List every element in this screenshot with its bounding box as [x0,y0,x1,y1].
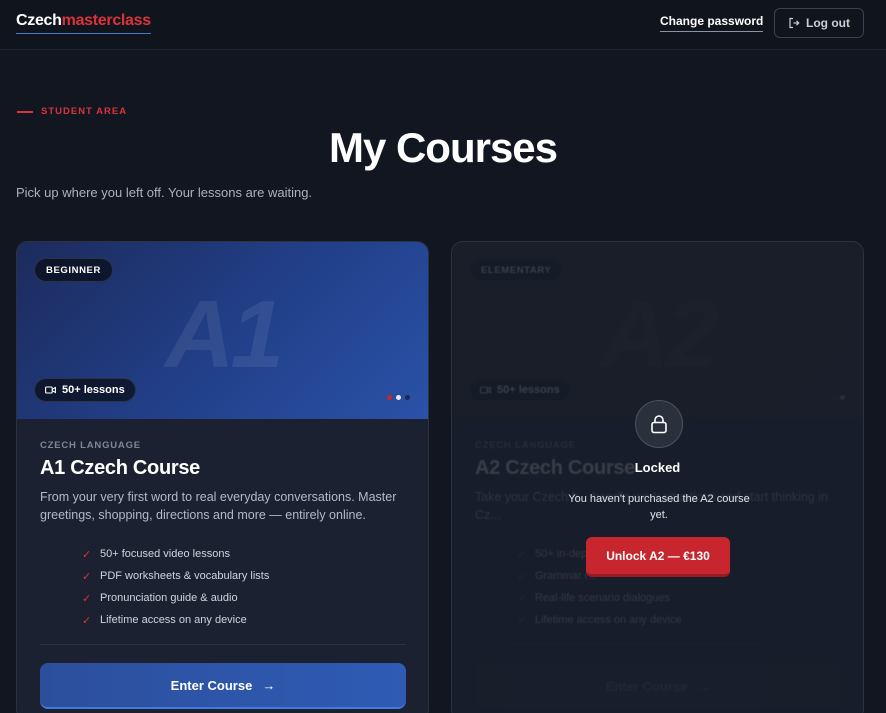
check-icon: ✓ [82,614,92,627]
logout-icon [789,17,800,29]
page-subtitle: Pick up where you left off. Your lessons… [16,185,313,200]
unlock-button[interactable]: Unlock A2 — €130 [586,537,730,577]
course-banner: A1 BEGINNER 50+ lessons [17,242,428,419]
feature-label: Pronunciation guide & audio [100,592,238,604]
lock-badge [635,400,683,448]
section-eyebrow: STUDENT AREA [17,106,127,117]
divider [40,644,406,645]
eyebrow-label: STUDENT AREA [41,106,128,117]
course-body: CZECH LANGUAGE A1 Czech Course From your… [40,440,410,631]
enter-course-label: Enter Course [170,677,253,693]
course-card-a2: A2 ELEMENTARY 50+ lessons CZECH LANGUAGE… [451,241,864,713]
eyebrow-line [17,110,33,113]
list-item: ✓ 50+ focused video lessons [82,543,410,565]
logo-part-1: Czech [16,12,62,29]
list-item: ✓ Pronunciation guide & audio [82,587,410,609]
video-icon [45,386,56,394]
level-badge: BEGINNER [34,258,113,282]
feature-list: ✓ 50+ focused video lessons ✓ PDF workshee… [82,543,410,631]
course-card-a1: A1 BEGINNER 50+ lessons CZECH LANGUAGE A… [16,241,429,713]
page-title: My Courses [328,124,558,171]
feature-label: PDF worksheets & vocabulary lists [100,570,270,582]
check-icon: ✓ [82,570,92,583]
site-logo[interactable]: Czechmasterclass [16,12,151,34]
carousel-dots[interactable] [387,395,410,400]
list-item: ✓ PDF worksheets & vocabulary lists [82,565,410,587]
feature-label: Lifetime access on any device [100,614,247,626]
arrow-right-icon: → [262,677,276,693]
check-icon: ✓ [82,548,92,561]
lock-overlay: Locked You haven't purchased the A2 cour… [452,242,863,713]
feature-label: 50+ focused video lessons [100,548,230,560]
logo-part-2: masterclass [61,12,152,29]
banner-level-text: A1 [165,281,284,388]
logout-button[interactable]: Log out [774,8,864,38]
lock-icon [651,415,667,434]
check-icon: ✓ [82,592,92,605]
carousel-dot[interactable] [405,395,410,400]
locked-label: Locked [634,460,681,475]
carousel-dot[interactable] [396,395,401,400]
list-item: ✓ Lifetime access on any device [82,609,410,631]
lessons-count-label: 50+ lessons [62,384,125,396]
carousel-dot[interactable] [387,395,392,400]
enter-course-button[interactable]: Enter Course → [40,663,406,709]
top-navbar: Czechmasterclass Change password Log out [0,0,886,50]
change-password-link[interactable]: Change password [660,14,764,32]
course-kicker: CZECH LANGUAGE [40,440,141,451]
lessons-count-pill: 50+ lessons [34,378,136,402]
course-title: A1 Czech Course [40,457,200,479]
logout-label: Log out [806,16,850,30]
locked-message: You haven't purchased the A2 course yet. [568,493,750,521]
course-description: From your very first word to real everyd… [40,490,397,522]
